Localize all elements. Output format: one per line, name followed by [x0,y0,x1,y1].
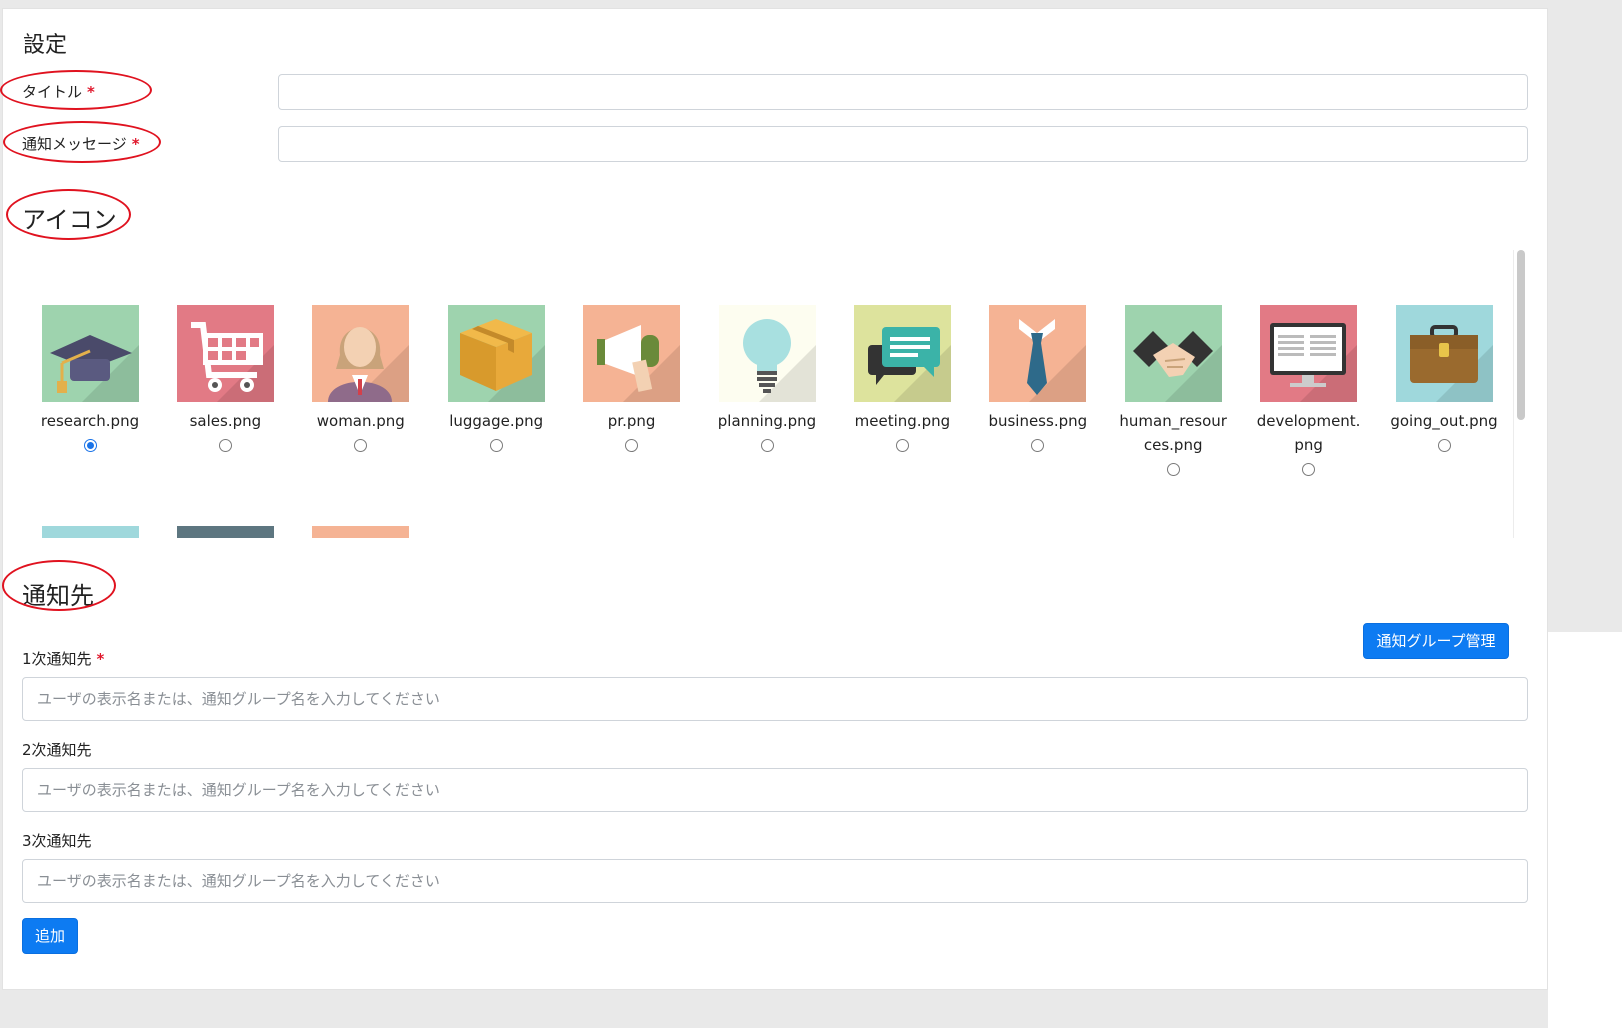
icon-option[interactable]: meeting.png [842,305,962,452]
required-mark: * [96,650,105,668]
icon-option[interactable]: business.png [978,305,1098,452]
icon-radio[interactable] [895,439,909,452]
lightbulb-icon[interactable] [718,305,816,402]
icon-radio[interactable] [354,439,368,452]
icon-radio[interactable] [218,439,232,452]
icon-filename: development.png [1256,412,1361,454]
page-gutter [1548,0,1622,632]
annotation-ellipse-message [3,121,161,163]
icon-filename: research.png [40,412,140,430]
icon-option-partial[interactable] [41,526,139,538]
recipient-1-input[interactable]: ユーザの表示名または、通知グループ名を入力してください [22,677,1528,721]
icon-filename: planning.png [717,412,817,430]
recipient-2-input[interactable]: ユーザの表示名または、通知グループ名を入力してください [22,768,1528,812]
icon-radio[interactable] [625,439,639,452]
necktie-icon[interactable] [989,305,1087,402]
monitor-icon[interactable] [1260,305,1358,402]
icon-option[interactable]: research.png [30,305,150,452]
recipient-3-label: 3次通知先 [22,832,92,850]
icon-option[interactable]: luggage.png [436,305,556,452]
icon-option[interactable]: going_out.png [1384,305,1504,452]
icon-option[interactable]: planning.png [707,305,827,452]
box-icon[interactable] [447,305,545,402]
page-gutter-lower [1548,632,1622,1028]
icon-radio[interactable] [489,439,503,452]
icon-radio[interactable] [1302,463,1316,476]
message-input[interactable] [278,126,1528,162]
icon-filename: sales.png [189,412,262,430]
icon-option[interactable]: sales.png [165,305,285,452]
icon-picker-scroll-thumb[interactable] [1517,250,1525,420]
icon-filename: pr.png [607,412,656,430]
icon-filename: going_out.png [1390,412,1498,430]
icon-radio[interactable] [1437,439,1451,452]
icon-radio[interactable] [1166,463,1180,476]
speech-bubbles-icon[interactable] [853,305,951,402]
woman-icon[interactable] [312,305,410,402]
recipient-3-input[interactable]: ユーザの表示名または、通知グループ名を入力してください [22,859,1528,903]
icon-picker[interactable]: research.png sales.png woman.png luggage.pn… [22,250,1528,538]
annotation-ellipse-title [0,70,152,110]
annotation-ellipse-icon [6,189,131,240]
shopping-cart-icon[interactable] [176,305,274,402]
graduation-cap-icon[interactable] [41,305,139,402]
briefcase-icon[interactable] [1395,305,1493,402]
icon-filename: meeting.png [854,412,951,430]
handshake-icon[interactable] [1124,305,1222,402]
recipient-1-label: 1次通知先 * [22,648,104,669]
manage-groups-button[interactable]: 通知グループ管理 [1363,623,1509,659]
icon-filename: business.png [988,412,1088,430]
megaphone-icon[interactable] [583,305,681,402]
icon-radio[interactable] [1031,439,1045,452]
add-button[interactable]: 追加 [22,918,78,954]
icon-option-partial[interactable] [312,526,410,538]
icon-radio[interactable] [760,439,774,452]
recipient-2-label: 2次通知先 [22,741,92,759]
icon-radio[interactable] [83,439,97,452]
icon-option[interactable]: development.png [1249,305,1369,476]
annotation-ellipse-recipients [2,560,116,611]
icon-filename: luggage.png [449,412,544,430]
title-input[interactable] [278,74,1528,110]
icon-filename: woman.png [316,412,405,430]
settings-heading: 設定 [23,33,68,58]
icon-option-partial[interactable] [176,526,274,538]
icon-option[interactable]: human_resources.png [1113,305,1233,476]
recipient-1-label-text: 1次通知先 [22,650,92,668]
icon-filename: human_resources.png [1119,412,1227,454]
icon-option[interactable]: woman.png [301,305,421,452]
icon-option[interactable]: pr.png [572,305,692,452]
